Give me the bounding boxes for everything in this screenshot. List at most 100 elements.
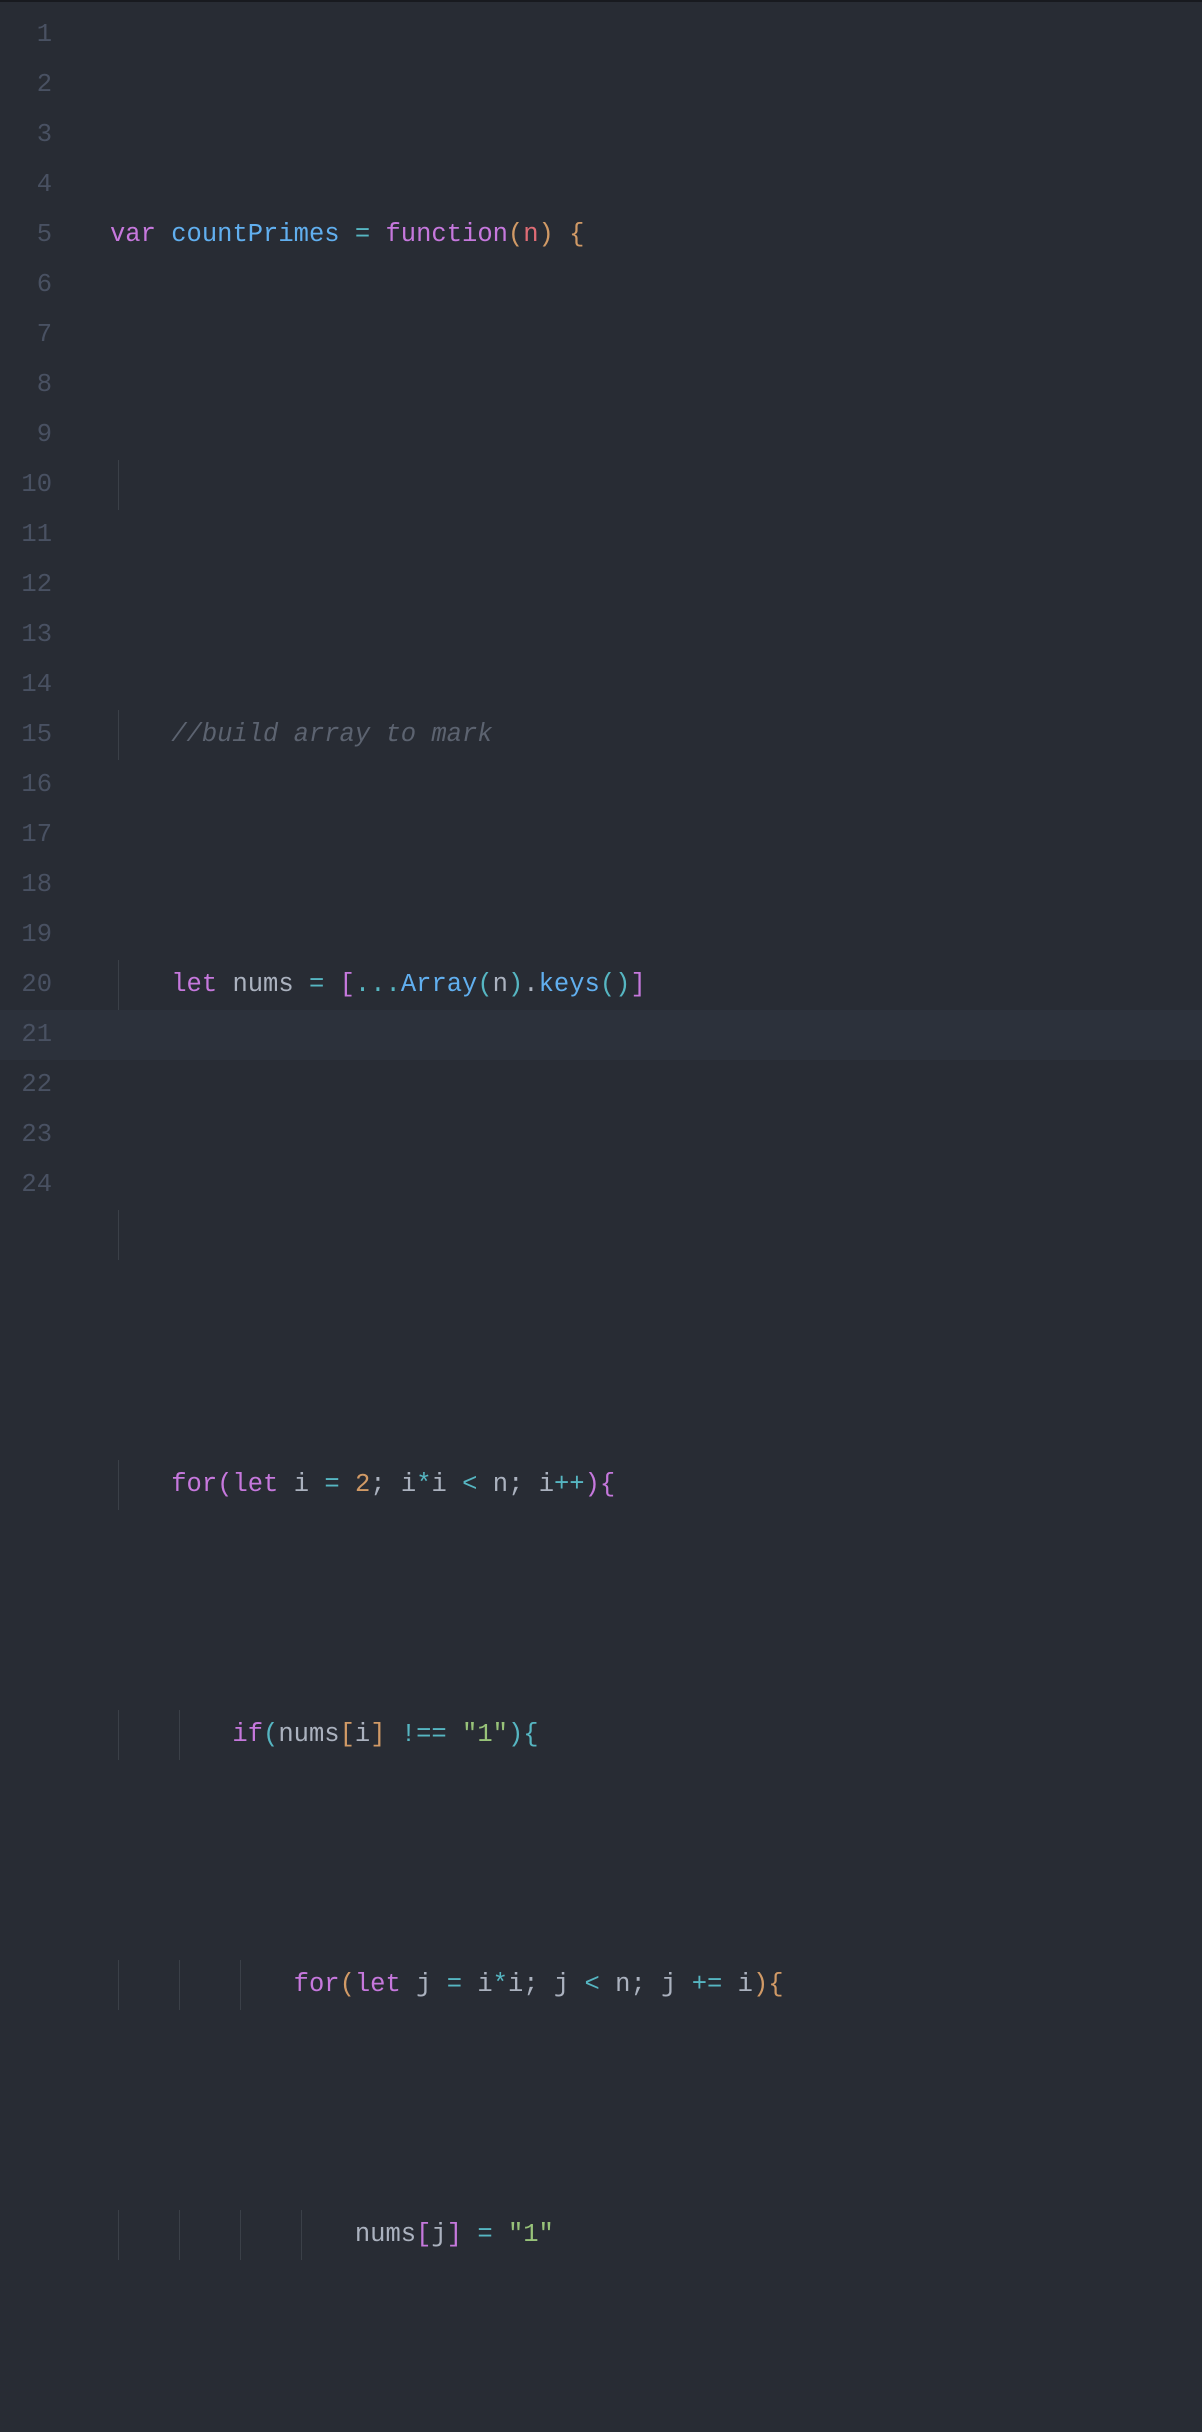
bracket-close: ] <box>630 970 645 999</box>
ident-i: i <box>432 1470 447 1499</box>
op-eq: = <box>355 220 370 249</box>
line-number: 5 <box>0 210 80 260</box>
op-inc: ++ <box>554 1470 585 1499</box>
ident-n: n <box>493 970 508 999</box>
ident-nums: nums <box>232 970 293 999</box>
op-eq: = <box>447 1970 462 1999</box>
dot: . <box>523 970 538 999</box>
line-number: 11 <box>0 510 80 560</box>
line-number: 8 <box>0 360 80 410</box>
line-number: 14 <box>0 660 80 710</box>
code-line[interactable] <box>110 1210 1202 1260</box>
line-number: 23 <box>0 1110 80 1160</box>
paren-close: ) <box>508 970 523 999</box>
ident-n: n <box>615 1970 630 1999</box>
ident-i: i <box>401 1470 416 1499</box>
ident-j: j <box>661 1970 676 1999</box>
paren-close: ) <box>508 1720 523 1749</box>
op-lt: < <box>585 1970 600 1999</box>
line-number: 20 <box>0 960 80 1010</box>
code-line[interactable]: var countPrimes = function(n) { <box>110 210 1202 260</box>
paren-close: ) <box>585 1470 600 1499</box>
paren-open: ( <box>340 1970 355 1999</box>
ident-i: i <box>355 1720 370 1749</box>
semicolon: ; <box>508 1470 523 1499</box>
paren-open: ( <box>508 220 523 249</box>
bracket-close: ] <box>447 2220 462 2249</box>
code-line[interactable]: //build array to mark <box>110 710 1202 760</box>
ident-countPrimes: countPrimes <box>171 220 339 249</box>
keyword-function: function <box>386 220 508 249</box>
paren-close: ) <box>539 220 554 249</box>
op-lt: < <box>462 1470 477 1499</box>
keyword-let: let <box>355 1970 401 1999</box>
line-number: 9 <box>0 410 80 460</box>
op-spread: ... <box>355 970 401 999</box>
code-line[interactable]: let nums = [...Array(n).keys()] <box>110 960 1202 1010</box>
keyword-for: for <box>171 1470 217 1499</box>
code-line[interactable]: nums[j] = "1" <box>110 2210 1202 2260</box>
line-number: 24 <box>0 1160 80 1210</box>
brace-open: { <box>569 220 584 249</box>
ident-Array: Array <box>401 970 478 999</box>
ident-i: i <box>738 1970 753 1999</box>
code-line[interactable]: for(let j = i*i; j < n; j += i){ <box>110 1960 1202 2010</box>
keyword-if: if <box>232 1720 263 1749</box>
brace-open: { <box>600 1470 615 1499</box>
param-n: n <box>523 220 538 249</box>
line-number: 13 <box>0 610 80 660</box>
line-number: 12 <box>0 560 80 610</box>
ident-n: n <box>493 1470 508 1499</box>
semicolon: ; <box>630 1970 645 1999</box>
code-line[interactable]: for(let i = 2; i*i < n; i++){ <box>110 1460 1202 1510</box>
op-mul: * <box>493 1970 508 1999</box>
bracket-open: [ <box>340 1720 355 1749</box>
bracket-close: ] <box>370 1720 385 1749</box>
paren-open: ( <box>477 970 492 999</box>
line-number: 17 <box>0 810 80 860</box>
code-area[interactable]: var countPrimes = function(n) { //build … <box>80 2 1202 1216</box>
line-number: 6 <box>0 260 80 310</box>
line-number: 2 <box>0 60 80 110</box>
keyword-var: var <box>110 220 156 249</box>
paren-close: ) <box>615 970 630 999</box>
keyword-let: let <box>232 1470 278 1499</box>
line-number: 21 <box>0 1010 80 1060</box>
paren-open: ( <box>217 1470 232 1499</box>
ident-j: j <box>416 1970 431 1999</box>
op-pluseq: += <box>692 1970 723 1999</box>
bracket-open: [ <box>416 2220 431 2249</box>
ident-nums: nums <box>355 2220 416 2249</box>
comment: //build array to mark <box>171 720 492 749</box>
code-line[interactable]: if(nums[i] !== "1"){ <box>110 1710 1202 1760</box>
code-line[interactable] <box>110 460 1202 510</box>
ident-i: i <box>477 1970 492 1999</box>
brace-open: { <box>768 1970 783 1999</box>
ident-j: j <box>431 2220 446 2249</box>
op-neq: !== <box>401 1720 447 1749</box>
semicolon: ; <box>370 1470 385 1499</box>
op-eq: = <box>309 970 324 999</box>
code-editor[interactable]: 1 2 3 4 5 6 7 8 9 10 11 12 13 14 15 16 1… <box>0 2 1202 1216</box>
brace-open: { <box>523 1720 538 1749</box>
op-eq: = <box>477 2220 492 2249</box>
ident-i: i <box>508 1970 523 1999</box>
line-number: 19 <box>0 910 80 960</box>
ident-nums: nums <box>278 1720 339 1749</box>
line-number: 3 <box>0 110 80 160</box>
line-number: 1 <box>0 10 80 60</box>
number-2: 2 <box>355 1470 370 1499</box>
ident-i: i <box>294 1470 309 1499</box>
line-number: 4 <box>0 160 80 210</box>
keyword-let: let <box>171 970 217 999</box>
paren-close: ) <box>753 1970 768 1999</box>
line-number: 10 <box>0 460 80 510</box>
op-eq: = <box>324 1470 339 1499</box>
line-number: 18 <box>0 860 80 910</box>
method-keys: keys <box>539 970 600 999</box>
bracket-open: [ <box>340 970 355 999</box>
line-number: 16 <box>0 760 80 810</box>
string-1: "1" <box>462 1720 508 1749</box>
keyword-for: for <box>294 1970 340 1999</box>
paren-open: ( <box>263 1720 278 1749</box>
